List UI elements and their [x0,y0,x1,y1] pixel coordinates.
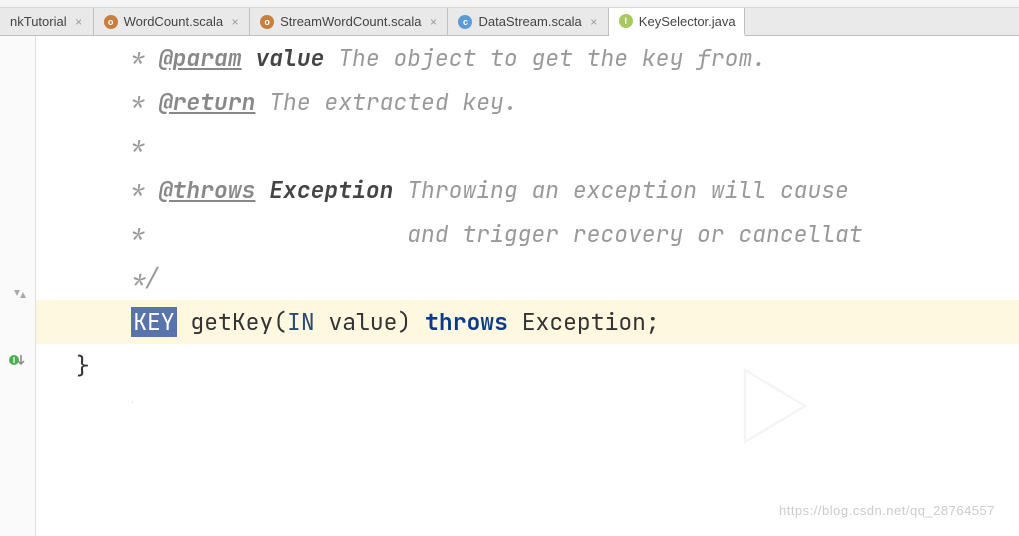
svg-text:I: I [13,356,15,365]
class-file-icon: c [458,15,472,29]
override-icon[interactable]: I [8,351,26,369]
editor-tabs: nkTutorial × o WordCount.scala × o Strea… [0,8,1019,36]
code-line: } [76,344,1019,388]
play-watermark-icon [709,346,829,466]
breadcrumb-bar [0,0,1019,8]
gutter[interactable]: I [0,36,36,536]
tab-label: StreamWordCount.scala [280,14,421,29]
code-line-active: KEY getKey(IN value) throws Exception; [36,300,1019,344]
code-line: * @return The extracted key. [76,80,1019,124]
code-line: * and trigger recovery or cancellat [76,212,1019,256]
code-editor[interactable]: * @param value The object to get the key… [36,36,1019,536]
tab-keyselector[interactable]: I KeySelector.java [609,8,745,36]
scala-file-icon: o [260,15,274,29]
tab-nktutorial[interactable]: nkTutorial × [0,8,94,35]
tab-label: KeySelector.java [639,14,736,29]
tab-streamwordcount[interactable]: o StreamWordCount.scala × [250,8,448,35]
close-icon[interactable]: × [588,16,600,28]
text-cursor-icon [132,388,133,416]
code-line: * @throws Exception Throwing an exceptio… [76,168,1019,212]
tab-label: WordCount.scala [124,14,223,29]
watermark-text: https://blog.csdn.net/qq_28764557 [779,503,995,518]
tab-label: DataStream.scala [478,14,581,29]
code-line: * [76,124,1019,168]
close-icon[interactable]: × [229,16,241,28]
scala-file-icon: o [104,15,118,29]
code-line: */ [76,256,1019,300]
interface-file-icon: I [619,14,633,28]
close-icon[interactable]: × [427,16,439,28]
code-line: * @param value The object to get the key… [76,36,1019,80]
tab-datastream[interactable]: c DataStream.scala × [448,8,608,35]
tab-label: nkTutorial [10,14,67,29]
close-icon[interactable]: × [73,16,85,28]
fold-toggle-icon[interactable] [12,288,28,300]
editor-area: I * @param value The object to get the k… [0,36,1019,536]
tab-wordcount[interactable]: o WordCount.scala × [94,8,250,35]
